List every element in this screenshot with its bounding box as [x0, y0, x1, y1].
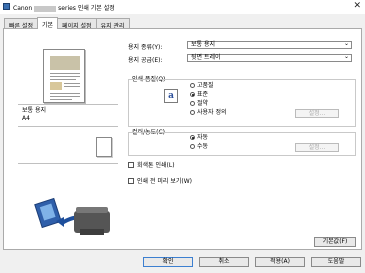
preview-before-print-checkbox[interactable]: 인쇄 전 미리 보기(W)	[128, 178, 192, 185]
divider	[18, 126, 118, 127]
radio-button	[190, 110, 195, 115]
page-preview-thumbnail	[43, 49, 85, 103]
checkbox	[128, 178, 134, 184]
radio-button	[190, 101, 195, 106]
ok-button[interactable]: 확인	[143, 257, 193, 267]
radio-quality-fast[interactable]: 절약	[190, 101, 208, 107]
tab-main[interactable]: 기본	[37, 17, 59, 29]
print-quality-icon: a	[164, 89, 178, 103]
main-tab-panel: 보통 용지 A4 용지 종류(Y): 보통 용지 ⌄ 용지 공급(E): 뒷면 …	[3, 28, 362, 250]
printer-app-icon	[3, 3, 10, 10]
preview-media-info: 보통 용지 A4	[22, 107, 46, 123]
paper-source-value: 뒷면 트레이	[191, 54, 221, 61]
media-type-label: 용지 종류(Y):	[128, 44, 163, 51]
cancel-button[interactable]: 취소	[199, 257, 249, 267]
chevron-down-icon: ⌄	[343, 40, 349, 47]
title-bar: Canon series 인쇄 기본 설정 ✕	[0, 0, 365, 14]
print-quality-group	[128, 79, 356, 127]
media-type-value: 보통 용지	[191, 41, 215, 48]
divider	[18, 104, 118, 105]
grayscale-checkbox[interactable]: 회색톤 인쇄(L)	[128, 162, 175, 169]
printer-illustration-icon	[34, 197, 110, 235]
paper-orientation-icon	[96, 137, 112, 157]
preview-paper-size: A4	[22, 115, 30, 122]
window-title-prefix: Canon	[13, 5, 33, 12]
radio-color-auto[interactable]: 자동	[190, 135, 208, 141]
window-title-suffix: series 인쇄 기본 설정	[58, 5, 115, 12]
radio-button	[190, 83, 195, 88]
chevron-down-icon: ⌄	[343, 53, 349, 60]
checkbox	[128, 162, 134, 168]
preview-area: 보통 용지 A4	[8, 32, 121, 242]
color-settings-button[interactable]: 설정...	[295, 143, 339, 152]
help-button[interactable]: 도움말	[311, 257, 361, 267]
radio-quality-high[interactable]: 고품질	[190, 83, 214, 89]
window-title: Canon series 인쇄 기본 설정	[13, 3, 115, 12]
close-icon[interactable]: ✕	[353, 1, 361, 11]
media-type-select[interactable]: 보통 용지 ⌄	[187, 41, 352, 49]
quality-settings-button[interactable]: 설정...	[295, 109, 339, 118]
radio-button-selected	[190, 135, 195, 140]
radio-quality-standard[interactable]: 표준	[190, 92, 208, 98]
radio-button-selected	[190, 92, 195, 97]
defaults-button[interactable]: 기본값(F)	[314, 237, 356, 247]
radio-button	[190, 144, 195, 149]
radio-quality-custom[interactable]: 사용자 정의	[190, 110, 227, 116]
preview-media-type: 보통 용지	[22, 107, 46, 114]
paper-source-label: 용지 공급(E):	[128, 57, 163, 64]
apply-button[interactable]: 적용(A)	[255, 257, 305, 267]
paper-source-select[interactable]: 뒷면 트레이 ⌄	[187, 54, 352, 62]
radio-color-manual[interactable]: 수동	[190, 144, 208, 150]
redacted-model-name	[34, 5, 57, 12]
divider	[18, 163, 118, 164]
